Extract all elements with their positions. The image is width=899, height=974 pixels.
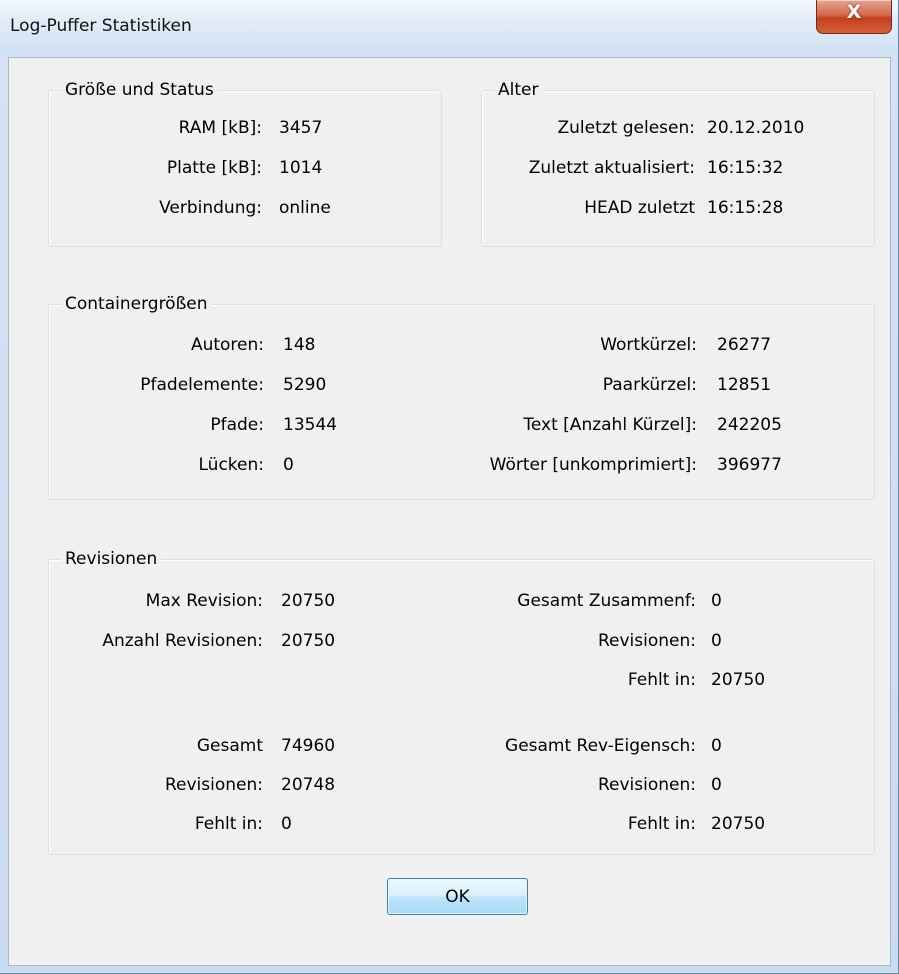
stat-row-text-tokens: Text [Anzahl Kürzel]: 242205 — [49, 413, 876, 437]
stat-row-merge-revisions: Revisionen: 0 — [49, 629, 876, 653]
group-revisions: Revisionen Max Revision: 20750 Anzahl Re… — [48, 547, 876, 855]
dialog-client-area: Größe und Status RAM [kB]: 3457 Platte [… — [8, 57, 891, 966]
stat-value: 1014 — [279, 158, 323, 178]
stat-value: 0 — [711, 775, 722, 795]
stat-label: Paarkürzel: — [602, 375, 697, 395]
stat-label: RAM [kB]: — [178, 118, 262, 138]
stat-row-last-updated: Zuletzt aktualisiert: 16:15:32 — [482, 156, 876, 180]
stat-value: 396977 — [717, 455, 782, 475]
stat-row-word-tokens: Wortkürzel: 26277 — [49, 333, 876, 357]
stat-value: 0 — [711, 631, 722, 651]
stat-label: Zuletzt aktualisiert: — [528, 158, 695, 178]
stat-value: 20750 — [711, 670, 766, 690]
group-title-age: Alter — [494, 78, 543, 102]
group-title-revisions: Revisionen — [61, 547, 162, 571]
stat-label: Gesamt Zusammenf: — [517, 591, 696, 611]
stat-label: Revisionen: — [597, 775, 696, 795]
stat-value: 12851 — [717, 375, 772, 395]
stat-row-last-read: Zuletzt gelesen: 20.12.2010 — [482, 116, 876, 140]
close-icon: X — [846, 1, 862, 23]
stat-row-merge-missing: Fehlt in: 20750 — [49, 668, 876, 692]
stat-row-total-merges: Gesamt Zusammenf: 0 — [49, 589, 876, 613]
stat-row-rev-prop-missing: Fehlt in: 20750 — [49, 812, 876, 836]
stat-label: Wortkürzel: — [600, 335, 697, 355]
stat-label: Revisionen: — [597, 631, 696, 651]
stat-label: Text [Anzahl Kürzel]: — [523, 415, 697, 435]
title-bar[interactable]: Log-Puffer Statistiken X — [0, 0, 898, 56]
close-button[interactable]: X — [816, 0, 892, 34]
stat-value: 20750 — [711, 814, 766, 834]
stat-row-head-last: HEAD zuletzt 16:15:28 — [482, 196, 876, 220]
dialog-window: Log-Puffer Statistiken X Größe und Statu… — [0, 0, 899, 974]
group-size-status: Größe und Status RAM [kB]: 3457 Platte [… — [48, 78, 443, 247]
stat-value: 3457 — [279, 118, 323, 138]
stat-value: 0 — [711, 591, 722, 611]
stat-value: 16:15:32 — [707, 158, 784, 178]
stat-label: Fehlt in: — [627, 814, 696, 834]
stat-label: Platte [kB]: — [166, 158, 262, 178]
stat-label: Zuletzt gelesen: — [557, 118, 695, 138]
stat-value: online — [279, 198, 331, 218]
group-container-sizes: Containergrößen Autoren: 148 Pfadelement… — [48, 292, 876, 500]
group-age: Alter Zuletzt gelesen: 20.12.2010 Zuletz… — [481, 78, 876, 247]
stat-value: 16:15:28 — [707, 198, 784, 218]
stat-label: Gesamt Rev-Eigensch: — [505, 736, 696, 756]
group-title-container-sizes: Containergrößen — [61, 292, 212, 316]
stat-label: Wörter [unkomprimiert]: — [489, 455, 697, 475]
stat-row-words-uncompressed: Wörter [unkomprimiert]: 396977 — [49, 453, 876, 477]
stat-value: 0 — [711, 736, 722, 756]
stat-row-disk: Platte [kB]: 1014 — [49, 156, 443, 180]
window-title: Log-Puffer Statistiken — [10, 16, 192, 36]
stat-row-total-rev-props: Gesamt Rev-Eigensch: 0 — [49, 734, 876, 758]
stat-label: Verbindung: — [159, 198, 262, 218]
stat-label: HEAD zuletzt — [584, 198, 695, 218]
group-title-size-status: Größe und Status — [61, 78, 218, 102]
stat-row-connection: Verbindung: online — [49, 196, 443, 220]
stat-value: 26277 — [717, 335, 772, 355]
ok-button[interactable]: OK — [387, 878, 528, 915]
stat-label: Fehlt in: — [627, 670, 696, 690]
stat-row-pair-tokens: Paarkürzel: 12851 — [49, 373, 876, 397]
stat-row-rev-prop-revisions: Revisionen: 0 — [49, 773, 876, 797]
stat-value: 20.12.2010 — [707, 118, 805, 138]
stat-value: 242205 — [717, 415, 782, 435]
stat-row-ram: RAM [kB]: 3457 — [49, 116, 443, 140]
